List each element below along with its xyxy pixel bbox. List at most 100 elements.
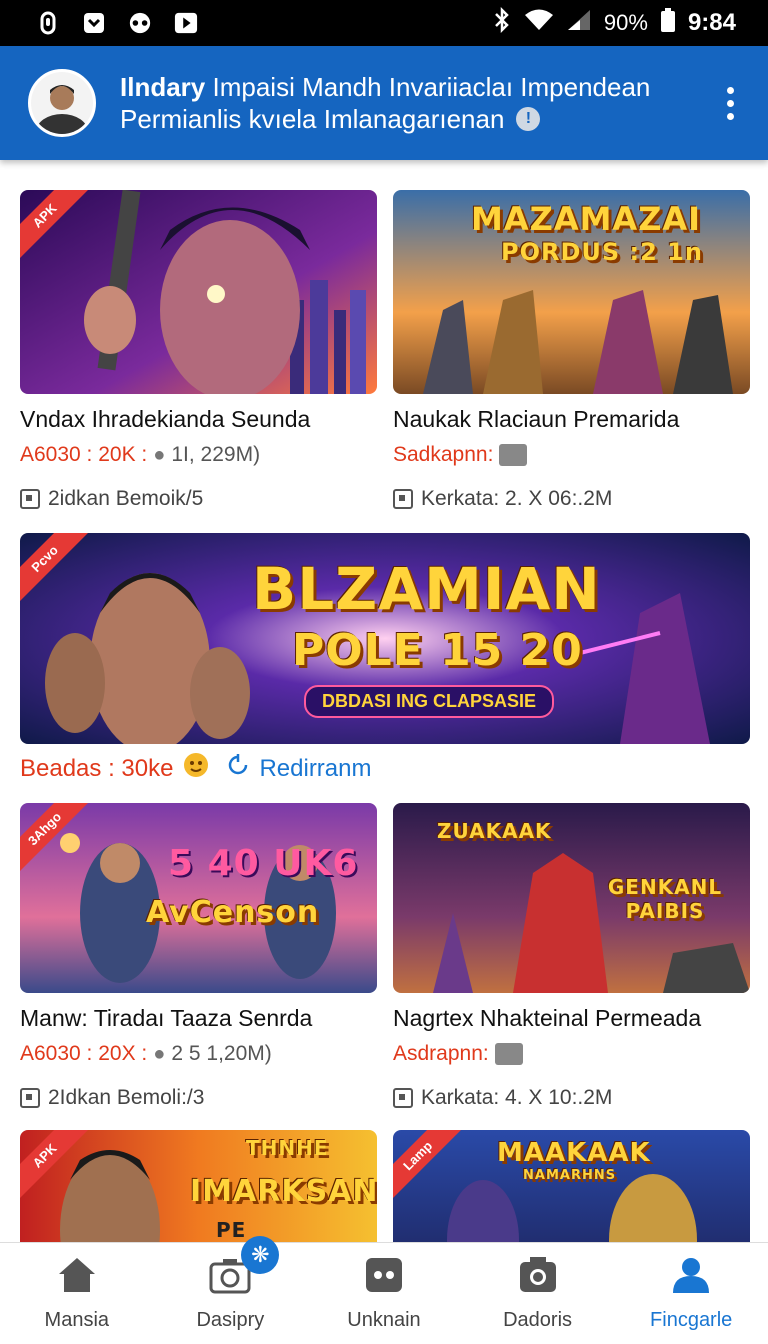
game-card-2[interactable]: MAZAMAZAI PORDUS :2 1n Naukak Rlaciaun P… (393, 190, 750, 511)
game-card-6[interactable]: Lamp MAAKAAK NAMARHNS (393, 1130, 750, 1242)
settings-badge-icon[interactable]: ❋ (241, 1235, 280, 1274)
game-card-1-stats: A6030 : 20K : (20, 443, 148, 466)
game-card-3-banner-title: 5 40 UK6 (168, 843, 359, 884)
game-card-3-title[interactable]: Manw: Tiradaı Taaza Senrda (20, 1005, 377, 1032)
play-icon (174, 11, 198, 35)
nav-label-unknain: Unknain (347, 1308, 421, 1331)
game-card-1-rating: 2idkan Bemoik/5 (48, 487, 204, 510)
home-icon (57, 1256, 97, 1299)
game-card-3-rating: 2Idkan Bemoli:/3 (48, 1086, 205, 1109)
game-card-4-title[interactable]: Nagrtex Nhakteinal Permeada (393, 1005, 750, 1032)
featured-banner-link[interactable]: Redirranm (259, 755, 371, 783)
nav-item-unknain[interactable]: Unknain (309, 1256, 459, 1332)
game-card-2-image[interactable]: MAZAMAZAI PORDUS :2 1n (393, 190, 750, 394)
photo-icon (518, 1256, 558, 1299)
featured-banner-stats: Beadas : 30ke (20, 754, 174, 782)
avatar[interactable] (28, 69, 96, 137)
game-card-3-count: 2 5 1,20M) (171, 1042, 272, 1065)
game-card-2-title[interactable]: Naukak Rlaciaun Premarida (393, 406, 750, 433)
battery-icon (660, 7, 676, 40)
featured-banner-meta: Beadas : 30ke Redirranm (20, 752, 750, 785)
game-card-3-banner-subtitle: AvCenson (146, 895, 320, 930)
header-subtitle: Permianlis kvıela Imlanagarıenan ! (120, 103, 714, 135)
document-icon (20, 489, 40, 509)
header-title-bold: Ilndary (120, 72, 206, 102)
featured-banner-title: BLZAMIAN (252, 555, 601, 623)
nav-label-fincgarle: Fincgarle (650, 1308, 733, 1331)
people-icon: ● (153, 443, 166, 466)
game-card-5-banner-subtitle: IMARKSANN (190, 1174, 377, 1209)
game-card-3-meta: A6030 : 20X : ● 2 5 1,20M) (20, 1042, 377, 1066)
document-icon (393, 489, 413, 509)
game-card-2-sub: Kerkata: 2. X 06:.2M (393, 487, 750, 511)
save-icon (82, 11, 106, 35)
nav-label-dadoris: Dadoris (503, 1308, 573, 1331)
game-card-2-meta: Sadkapnn: (393, 443, 750, 467)
content-feed[interactable]: APK Vndax Ihradekianda Seunda A6030 : 20… (0, 160, 768, 1242)
more-options-icon[interactable] (714, 79, 746, 127)
game-card-4-banner-subtitle: GENKANL PAIBIS (607, 875, 723, 923)
header-title: Ilndary Impaisi Mandh Invariiaclaı Impen… (120, 71, 714, 103)
game-card-4-image[interactable]: ZUAKAAK GENKANL PAIBIS (393, 803, 750, 993)
cell-signal-icon (566, 8, 592, 39)
nav-item-dadoris[interactable]: Dadoris (463, 1256, 613, 1332)
featured-banner-image[interactable]: Pcvo BLZAMIAN POLE 15 20 DBDASI ING CLAP… (20, 533, 750, 744)
bluetooth-icon (492, 6, 512, 40)
nav-label-dasipry: Dasipry (196, 1308, 265, 1331)
game-card-3-sub: 2Idkan Bemoli:/3 (20, 1086, 377, 1110)
game-card-2-banner-title: MAZAMAZAI (471, 200, 702, 238)
status-right: 90% 9:84 (492, 6, 736, 40)
game-card-2-banner-subtitle: PORDUS :2 1n (501, 238, 703, 266)
game-card-4-sub: Karkata: 4. X 10:.2M (393, 1086, 750, 1110)
clock: 9:84 (687, 9, 736, 36)
nav-item-mansia[interactable]: Mansia (2, 1256, 152, 1332)
game-card-6-banner-subtitle: NAMARHNS (523, 1168, 617, 1183)
header-text: Ilndary Impaisi Mandh Invariiaclaı Impen… (120, 71, 714, 135)
game-card-1[interactable]: APK Vndax Ihradekianda Seunda A6030 : 20… (20, 190, 377, 511)
app-header: Ilndary Impaisi Mandh Invariiaclaı Impen… (0, 46, 768, 160)
nav-item-dasipry[interactable]: ❋ Dasipry (155, 1235, 305, 1332)
info-icon[interactable]: ! (516, 107, 541, 131)
emoji-icon (183, 752, 209, 785)
game-card-1-meta: A6030 : 20K : ● 1I, 229M) (20, 443, 377, 467)
game-card-3-stats: A6030 : 20X : (20, 1042, 148, 1065)
game-card-1-count: 1I, 229M) (171, 443, 261, 466)
status-bar: 90% 9:84 (0, 0, 768, 46)
game-card-5-banner-tagline: PE FICLCAAIT (216, 1218, 247, 1242)
game-card-1-title[interactable]: Vndax Ihradekianda Seunda (20, 406, 377, 433)
status-left-icons (36, 11, 198, 35)
featured-banner-subtitle: POLE 15 20 (292, 625, 583, 676)
document-icon (393, 1088, 413, 1108)
game-controller-icon (364, 1256, 404, 1299)
calendar-icon (499, 444, 528, 466)
game-card-4[interactable]: ZUAKAAK GENKANL PAIBIS Nagrtex Nhakteina… (393, 803, 750, 1110)
game-card-1-sub: 2idkan Bemoik/5 (20, 487, 377, 511)
game-card-6-image[interactable]: Lamp MAAKAAK NAMARHNS (393, 1130, 750, 1242)
featured-banner-pill: DBDASI ING CLAPSASIE (304, 685, 555, 718)
game-card-3[interactable]: 3Ahgo 5 40 UK6 AvCenson Manw: Tiradaı Ta… (20, 803, 377, 1110)
game-card-5-image[interactable]: APK THNHE IMARKSANN PE FICLCAAIT (20, 1130, 377, 1242)
document-icon (20, 1088, 40, 1108)
game-card-3-image[interactable]: 3Ahgo 5 40 UK6 AvCenson (20, 803, 377, 993)
nav-item-fincgarle[interactable]: Fincgarle (616, 1256, 766, 1332)
nav-label-mansia: Mansia (44, 1308, 110, 1331)
refresh-icon[interactable] (227, 754, 249, 783)
calendar-icon (494, 1043, 523, 1065)
bottom-navigation: Mansia ❋ Dasipry Unknain Dadoris Fincgar… (0, 1235, 768, 1344)
wifi-icon (524, 8, 554, 39)
game-card-5[interactable]: APK THNHE IMARKSANN PE FICLCAAIT (20, 1130, 377, 1242)
game-card-5-banner-title: THNHE (246, 1136, 329, 1160)
game-card-4-meta: Asdrapnn: (393, 1042, 750, 1066)
game-card-2-details: Kerkata: 2. X 06:.2M (421, 487, 613, 510)
game-card-4-details: Karkata: 4. X 10:.2M (421, 1086, 613, 1109)
game-card-4-banner-title: ZUAKAAK (437, 819, 552, 843)
game-card-1-image[interactable]: APK (20, 190, 377, 394)
messenger-icon (128, 11, 152, 35)
signal-icon (36, 11, 60, 35)
header-title-rest: Impaisi Mandh Invariiaclaı Impendean (212, 72, 651, 102)
people-icon: ● (153, 1042, 166, 1065)
profile-icon (670, 1256, 712, 1299)
featured-banner-card[interactable]: Pcvo BLZAMIAN POLE 15 20 DBDASI ING CLAP… (20, 533, 750, 785)
game-card-4-stats: Asdrapnn: (393, 1042, 489, 1065)
battery-percentage: 90% (603, 10, 648, 35)
